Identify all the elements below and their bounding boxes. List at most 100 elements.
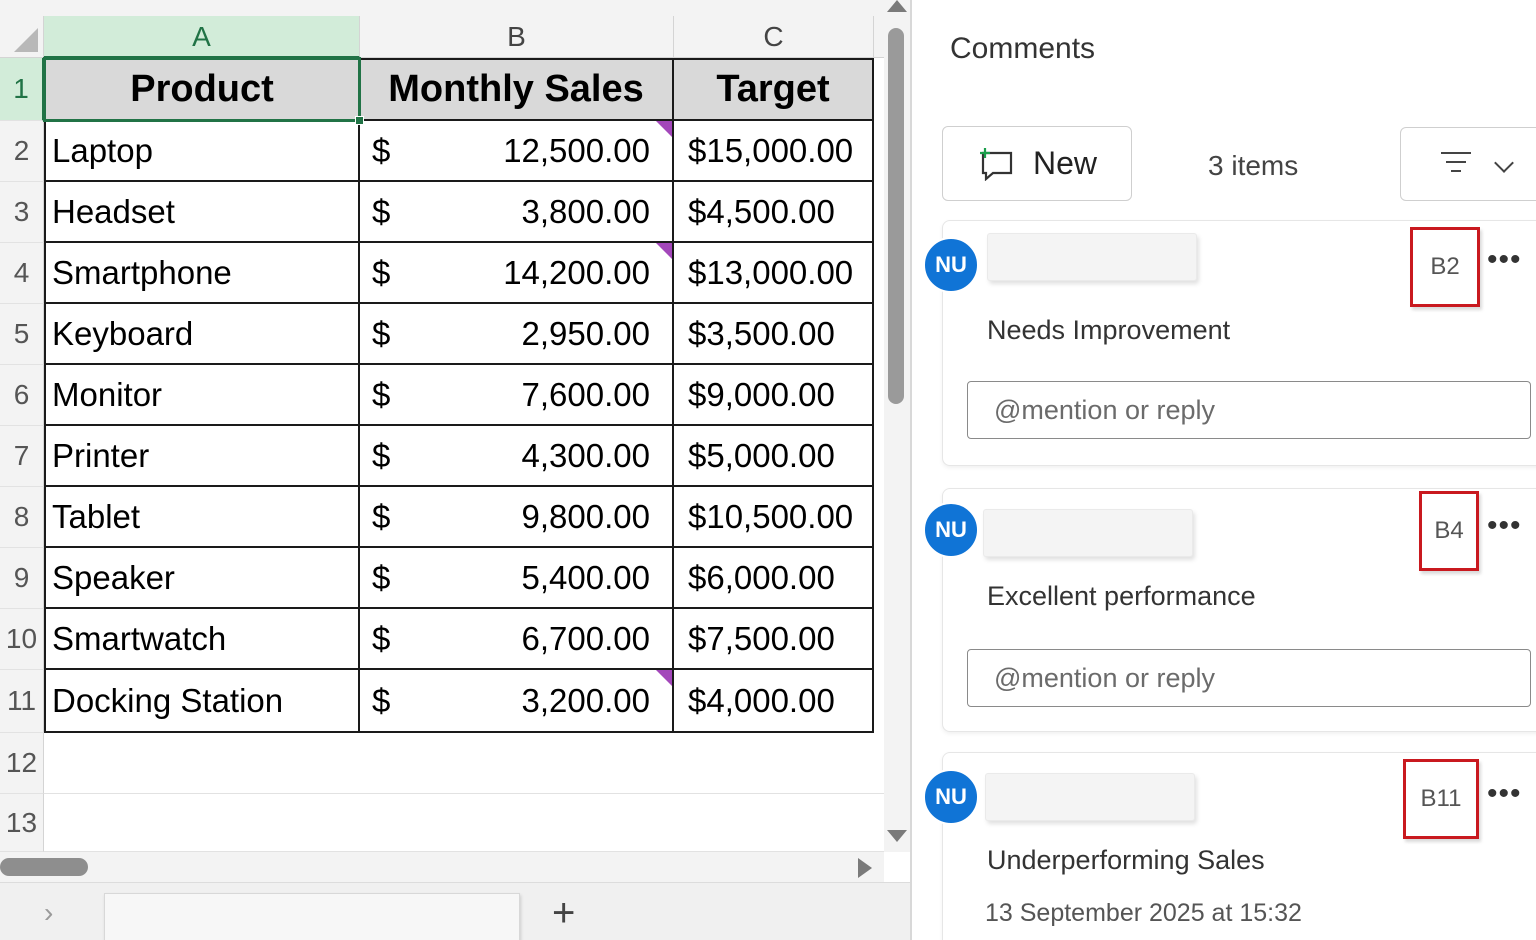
- sales-cell[interactable]: $3,800.00: [360, 182, 674, 243]
- row-header-6[interactable]: 6: [0, 365, 44, 426]
- sales-cell[interactable]: $5,400.00: [360, 548, 674, 609]
- currency-symbol: $: [372, 192, 391, 230]
- cell-reference[interactable]: B4: [1419, 491, 1479, 571]
- target-cell[interactable]: $15,000.00: [674, 121, 874, 182]
- product-cell[interactable]: Speaker: [44, 548, 360, 609]
- filter-icon: [1441, 152, 1471, 179]
- sales-cell[interactable]: $6,700.00: [360, 609, 674, 670]
- row-header-11[interactable]: 11: [0, 670, 44, 733]
- row-header-9[interactable]: 9: [0, 548, 44, 609]
- product-cell[interactable]: Smartwatch: [44, 609, 360, 670]
- product-cell[interactable]: Printer: [44, 426, 360, 487]
- scroll-down-icon[interactable]: [887, 830, 907, 842]
- comment-indicator-icon[interactable]: [656, 243, 672, 259]
- target-cell[interactable]: $4,500.00: [674, 182, 874, 243]
- comment-card[interactable]: NU B2 ••• Needs Improvement: [923, 220, 1536, 466]
- product-cell[interactable]: Laptop: [44, 121, 360, 182]
- item-count: 3 items: [1208, 150, 1299, 181]
- comment-card[interactable]: NU B4 ••• Excellent performance: [923, 488, 1536, 732]
- fill-handle[interactable]: [355, 116, 364, 125]
- sales-cell[interactable]: $2,950.00: [360, 304, 674, 365]
- header-cell[interactable]: Product: [44, 58, 360, 121]
- column-header-c[interactable]: C: [674, 16, 874, 58]
- select-all-icon: [14, 28, 38, 52]
- more-options-icon[interactable]: •••: [1487, 243, 1522, 277]
- tab-nav-next-icon[interactable]: ›: [44, 897, 53, 929]
- row-header-3[interactable]: 3: [0, 182, 44, 243]
- row-header-1[interactable]: 1: [0, 58, 44, 121]
- sheet-tab[interactable]: [104, 893, 520, 940]
- currency-symbol: $: [372, 253, 391, 291]
- row-header-7[interactable]: 7: [0, 426, 44, 487]
- row-header-2[interactable]: 2: [0, 121, 44, 182]
- sales-value: 7,600.00: [521, 375, 650, 413]
- new-comment-button[interactable]: New: [942, 126, 1132, 201]
- product-cell[interactable]: Headset: [44, 182, 360, 243]
- reply-input[interactable]: [967, 381, 1531, 439]
- sales-value: 9,800.00: [521, 497, 650, 535]
- comments-pane: Comments New 3 items NU B2 ••• Needs Imp…: [912, 0, 1536, 940]
- filter-button[interactable]: [1400, 127, 1536, 201]
- sales-cell[interactable]: $4,300.00: [360, 426, 674, 487]
- sales-cell[interactable]: $3,200.00: [360, 670, 674, 733]
- comment-timestamp: 13 September 2025 at 15:32: [985, 899, 1302, 927]
- header-cell[interactable]: Monthly Sales: [360, 58, 674, 121]
- sales-cell[interactable]: $9,800.00: [360, 487, 674, 548]
- sales-cell[interactable]: $7,600.00: [360, 365, 674, 426]
- comment-indicator-icon[interactable]: [656, 670, 672, 686]
- currency-symbol: $: [372, 436, 391, 474]
- sales-cell[interactable]: $12,500.00: [360, 121, 674, 182]
- row-header-10[interactable]: 10: [0, 609, 44, 670]
- product-cell[interactable]: Docking Station: [44, 670, 360, 733]
- product-cell[interactable]: Keyboard: [44, 304, 360, 365]
- row-header-5[interactable]: 5: [0, 304, 44, 365]
- vertical-scroll-thumb[interactable]: [888, 28, 904, 404]
- spreadsheet: A B C 1 2 3 4 5 6 7 8 9 10 11 12 13 Product Monthly S…: [0, 0, 912, 940]
- target-cell[interactable]: $10,500.00: [674, 487, 874, 548]
- product-cell[interactable]: Monitor: [44, 365, 360, 426]
- target-cell[interactable]: $3,500.00: [674, 304, 874, 365]
- select-all-button[interactable]: [0, 16, 44, 58]
- product-cell[interactable]: Smartphone: [44, 243, 360, 304]
- column-header-a[interactable]: A: [44, 16, 360, 58]
- cell-reference[interactable]: B11: [1403, 759, 1479, 839]
- vertical-scrollbar[interactable]: [884, 0, 910, 852]
- horizontal-scrollbar[interactable]: [0, 852, 884, 882]
- reply-input[interactable]: [967, 649, 1531, 707]
- column-header-d[interactable]: [874, 16, 884, 58]
- comment-text: Excellent performance: [987, 581, 1256, 611]
- sales-value: 3,200.00: [521, 681, 650, 719]
- row-header-12[interactable]: 12: [0, 733, 44, 794]
- target-cell[interactable]: $7,500.00: [674, 609, 874, 670]
- sales-value: 14,200.00: [503, 253, 650, 291]
- sales-value: 5,400.00: [521, 558, 650, 596]
- scroll-right-icon[interactable]: [858, 858, 872, 878]
- row-header-4[interactable]: 4: [0, 243, 44, 304]
- sales-value: 12,500.00: [503, 131, 650, 169]
- header-cell[interactable]: Target: [674, 58, 874, 121]
- add-sheet-button[interactable]: +: [552, 893, 575, 933]
- target-cell[interactable]: $9,000.00: [674, 365, 874, 426]
- currency-symbol: $: [372, 619, 391, 657]
- sheet-tab-bar: › +: [0, 882, 912, 940]
- target-cell[interactable]: $13,000.00: [674, 243, 874, 304]
- column-header-b[interactable]: B: [360, 16, 674, 58]
- cell-reference[interactable]: B2: [1410, 227, 1480, 307]
- target-cell[interactable]: $5,000.00: [674, 426, 874, 487]
- product-cell[interactable]: Tablet: [44, 487, 360, 548]
- target-cell[interactable]: $6,000.00: [674, 548, 874, 609]
- comment-card[interactable]: NU B11 ••• Underperforming Sales 13 Sept…: [923, 752, 1536, 940]
- gridline: [44, 851, 884, 852]
- target-cell[interactable]: $4,000.00: [674, 670, 874, 733]
- pane-title: Comments: [950, 32, 1096, 65]
- avatar: NU: [923, 502, 979, 558]
- scroll-up-icon[interactable]: [887, 0, 907, 12]
- row-header-13[interactable]: 13: [0, 794, 44, 852]
- comment-indicator-icon[interactable]: [656, 121, 672, 137]
- row-header-8[interactable]: 8: [0, 487, 44, 548]
- horizontal-scroll-thumb[interactable]: [0, 858, 88, 876]
- more-options-icon[interactable]: •••: [1487, 509, 1522, 543]
- currency-symbol: $: [372, 681, 391, 719]
- more-options-icon[interactable]: •••: [1487, 777, 1522, 811]
- sales-cell[interactable]: $14,200.00: [360, 243, 674, 304]
